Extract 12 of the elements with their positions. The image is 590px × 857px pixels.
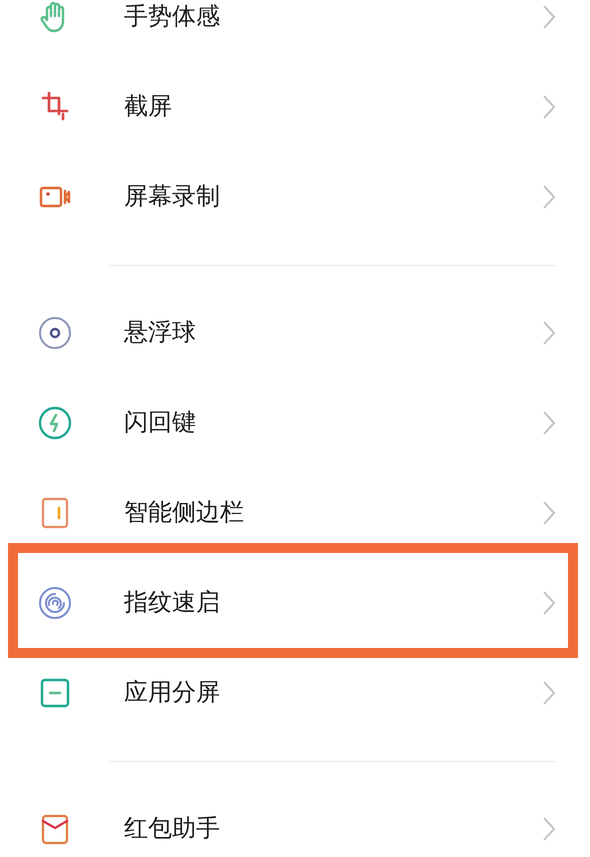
chevron-right-icon bbox=[542, 410, 556, 436]
chevron-right-icon bbox=[542, 94, 556, 120]
chevron-right-icon bbox=[542, 4, 556, 30]
chevron-right-icon bbox=[542, 184, 556, 210]
fingerprint-icon bbox=[37, 585, 73, 621]
floating-ball-icon bbox=[37, 315, 73, 351]
chevron-right-icon bbox=[542, 816, 556, 842]
chevron-right-icon bbox=[542, 500, 556, 526]
chevron-right-icon bbox=[542, 320, 556, 346]
lightning-icon bbox=[37, 405, 73, 441]
chevron-right-icon bbox=[542, 680, 556, 706]
chevron-right-icon bbox=[542, 590, 556, 616]
